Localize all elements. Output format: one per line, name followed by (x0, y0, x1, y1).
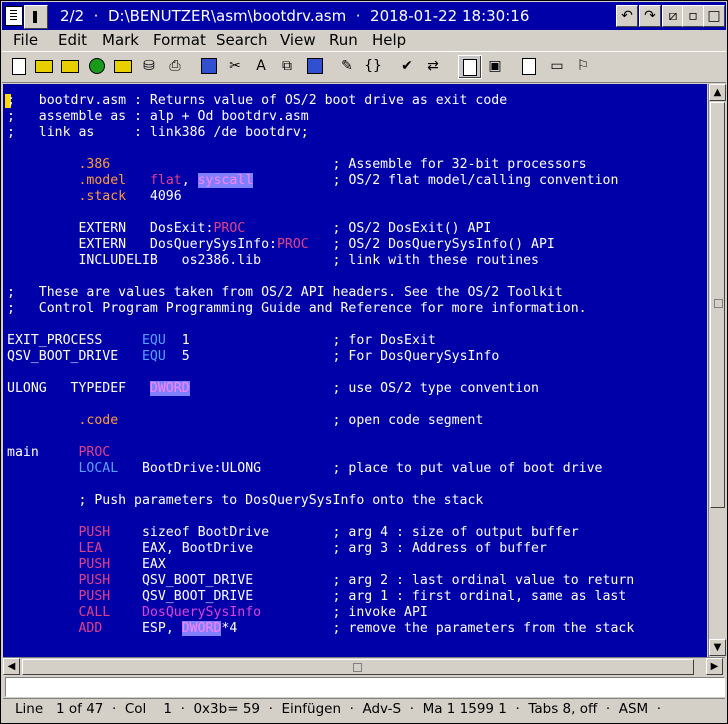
scroll-down-icon[interactable]: ▼ (709, 639, 726, 656)
code-editor[interactable]: ; bootdrv.asm : Returns value of OS/2 bo… (3, 84, 707, 657)
code-line: ; assemble as : alp + Od bootdrv.asm (7, 109, 309, 124)
open-file-icon[interactable] (33, 55, 55, 77)
code-line: PUSH QSV_BOOT_DRIVE ; arg 1 : first ordi… (78, 589, 627, 604)
code-text[interactable]: ; bootdrv.asm : Returns value of OS/2 bo… (7, 93, 634, 637)
code-line: .stack 4096 (78, 189, 182, 204)
code-line: LEA EAX, BootDrive ; arg 3 : Address of … (78, 541, 547, 556)
restore-left-icon[interactable]: ↶ (616, 5, 638, 27)
maximize-icon[interactable]: □ (703, 5, 725, 27)
reload-icon[interactable] (86, 55, 108, 77)
run-icon[interactable]: ⚐ (572, 55, 594, 77)
horizontal-scroll-thumb[interactable] (22, 659, 694, 675)
code-line: PUSH EAX (78, 557, 166, 572)
code-line: .code ; open code segment (78, 413, 484, 428)
copy-icon[interactable]: ⧉ (276, 55, 298, 77)
code-line: LOCAL BootDrive:ULONG ; place to put val… (78, 461, 603, 476)
code-line: ULONG TYPEDEF DWORD ; use OS/2 type conv… (7, 381, 539, 396)
code-line: ; These are values taken from OS/2 API h… (7, 285, 563, 300)
code-line: CALL DosQuerySysInfo ; invoke API (78, 605, 428, 620)
code-line: ; link as : link386 /de bootdrv; (7, 125, 309, 140)
open-folder-icon[interactable] (59, 55, 81, 77)
horizontal-scrollbar[interactable]: ◀ ▶ (3, 657, 725, 675)
code-line: ADD ESP, DWORD*4 ; remove the parameters… (78, 621, 635, 636)
restore-right-icon[interactable]: ↷ (639, 5, 661, 27)
menu-bar: File Edit Mark Format Search View Run He… (2, 30, 726, 50)
window-title: 2/2 · D:\BENUTZER\asm\bootdrv.asm · 2018… (60, 7, 530, 25)
menu-format[interactable]: Format (153, 31, 206, 49)
window-icon[interactable] (458, 55, 482, 79)
code-line: ; Control Program Programming Guide and … (7, 301, 587, 316)
menu-run[interactable]: Run (329, 31, 358, 49)
undo-icon[interactable] (198, 55, 220, 77)
system-menu-icon[interactable] (5, 6, 23, 26)
code-line: EXTERN DosQuerySysInfo:PROC ; OS/2 DosQu… (7, 237, 555, 252)
code-line: INCLUDELIB os2386.lib ; link with these … (7, 253, 539, 268)
scroll-left-icon[interactable]: ◀ (3, 658, 20, 675)
menu-file[interactable]: File (13, 31, 38, 49)
command-line-input[interactable] (5, 677, 725, 697)
new-window-icon[interactable]: ▣ (484, 55, 506, 77)
brackets-icon[interactable]: {} (362, 55, 384, 77)
file-icon-button[interactable] (24, 5, 48, 29)
toolbar: ⛁ ⎙ ✂ A ⧉ ✎ {} ✔ ⇄ ▣ ▭ ⚐ (2, 51, 726, 83)
code-line: main PROC (7, 445, 111, 460)
scroll-up-icon[interactable]: ▲ (709, 84, 726, 101)
code-line: ; bootdrv.asm : Returns value of OS/2 bo… (7, 93, 508, 108)
spellcheck-icon[interactable]: ✔ (396, 55, 418, 77)
code-line: ; Push parameters to DosQuerySysInfo ont… (7, 493, 484, 508)
print-icon[interactable]: ⎙ (164, 55, 186, 77)
status-text: Line 1 of 47 · Col 1 · 0x3b= 59 · Einfüg… (15, 701, 662, 717)
scroll-right-icon[interactable]: ▶ (706, 658, 723, 675)
minimize-icon[interactable]: ▫ (682, 5, 704, 27)
font-icon[interactable]: A (250, 55, 272, 77)
command-icon[interactable]: ▭ (546, 55, 568, 77)
code-line: .model flat, syscall ; OS/2 flat model/c… (78, 173, 619, 188)
folder-icon[interactable] (112, 55, 134, 77)
cut-icon[interactable]: ✂ (224, 55, 246, 77)
title-bar[interactable]: 2/2 · D:\BENUTZER\asm\bootdrv.asm · 2018… (2, 2, 726, 30)
vertical-scrollbar[interactable]: ▲ ▼ (708, 84, 726, 657)
menu-help[interactable]: Help (372, 31, 406, 49)
highlight-icon[interactable]: ✎ (336, 55, 358, 77)
abc-icon[interactable] (304, 55, 326, 77)
code-line: EXIT_PROCESS EQU 1 ; for DosExit (7, 333, 436, 348)
code-line: PUSH sizeof BootDrive ; arg 4 : size of … (78, 525, 579, 540)
document-icon[interactable] (518, 55, 540, 77)
new-file-icon[interactable] (8, 55, 30, 77)
status-bar: Line 1 of 47 · Col 1 · 0x3b= 59 · Einfüg… (3, 698, 725, 721)
vertical-scroll-thumb[interactable] (710, 102, 725, 508)
save-icon[interactable]: ⛁ (138, 55, 160, 77)
code-line: QSV_BOOT_DRIVE EQU 5 ; For DosQuerySysIn… (7, 349, 500, 364)
menu-view[interactable]: View (280, 31, 316, 49)
menu-mark[interactable]: Mark (102, 31, 139, 49)
code-line: EXTERN DosExit:PROC ; OS/2 DosExit() API (7, 221, 492, 236)
menu-search[interactable]: Search (216, 31, 268, 49)
code-line: .386 ; Assemble for 32-bit processors (78, 157, 587, 172)
hide-icon[interactable]: ⧄ (662, 5, 684, 27)
code-line: PUSH QSV_BOOT_DRIVE ; arg 2 : last ordin… (78, 573, 635, 588)
editor-window: 2/2 · D:\BENUTZER\asm\bootdrv.asm · 2018… (0, 0, 728, 724)
menu-edit[interactable]: Edit (58, 31, 87, 49)
ifthen-icon[interactable]: ⇄ (422, 55, 444, 77)
